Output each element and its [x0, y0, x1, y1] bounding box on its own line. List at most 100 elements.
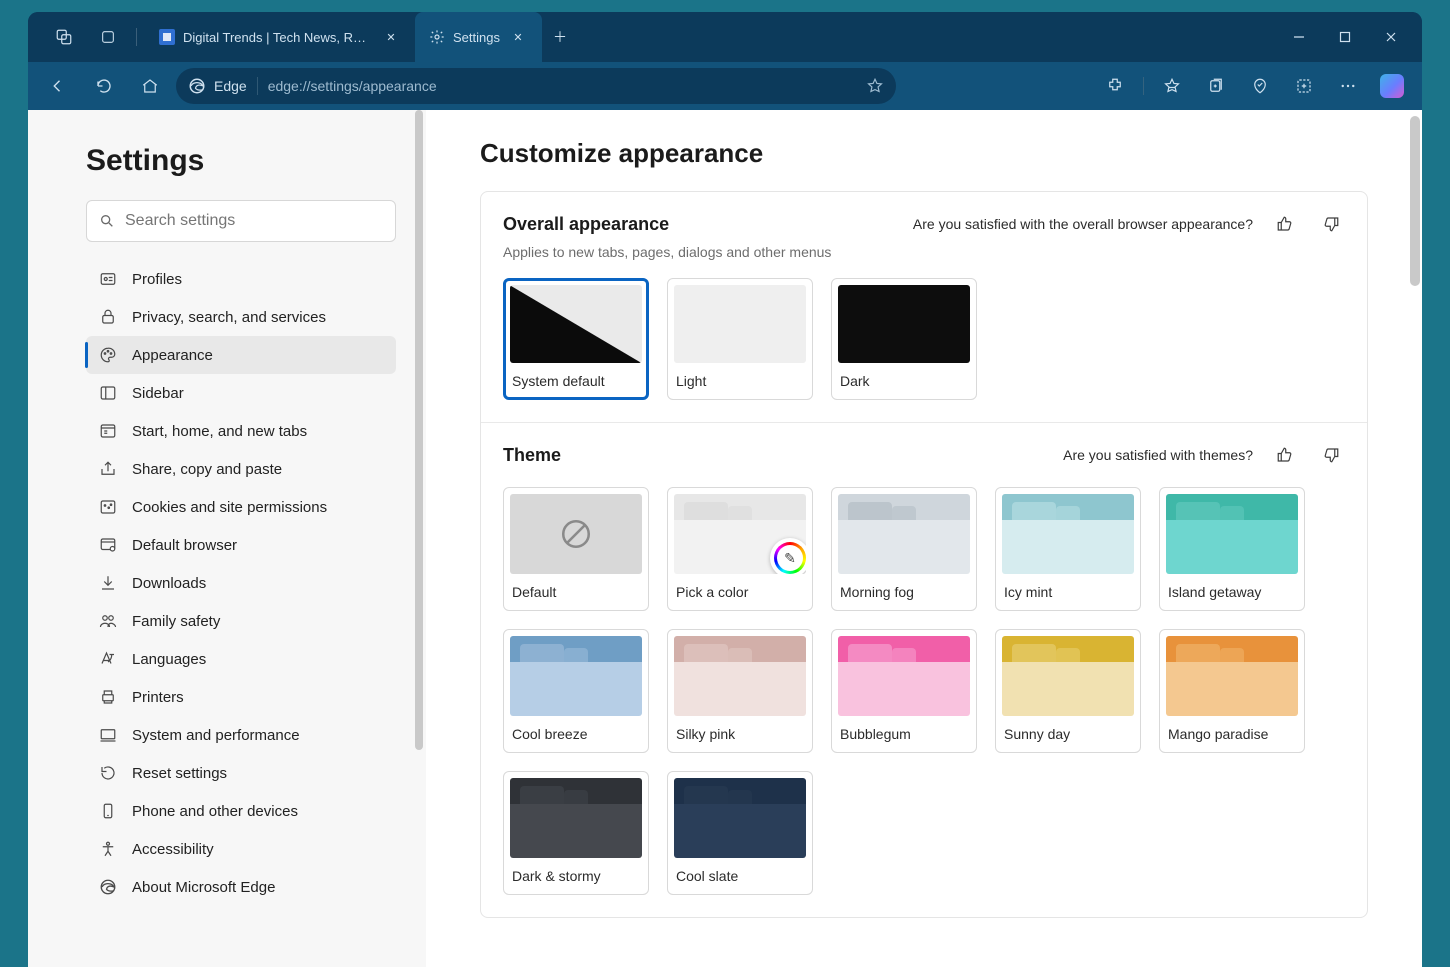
thumbs-up-icon[interactable] [1271, 210, 1299, 238]
favorites-icon[interactable] [1152, 66, 1192, 106]
tile-label: Mango paradise [1166, 726, 1298, 742]
tile-label: System default [510, 373, 642, 389]
reset-icon [98, 763, 118, 783]
theme-option-island[interactable]: Island getaway [1159, 487, 1305, 611]
browser-label: Edge [214, 78, 247, 94]
family-icon [98, 611, 118, 631]
search-settings-input[interactable] [86, 200, 396, 242]
sidebar-item-access[interactable]: Accessibility [86, 830, 396, 868]
more-menu-icon[interactable] [1328, 66, 1368, 106]
feedback-question: Are you satisfied with the overall brows… [913, 216, 1253, 232]
section-overall-title: Overall appearance [503, 214, 669, 235]
appearance-option-light[interactable]: Light [667, 278, 813, 400]
sidebar-item-label: About Microsoft Edge [132, 879, 275, 896]
sidebar-item-lock[interactable]: Privacy, search, and services [86, 298, 396, 336]
sidebar-item-home[interactable]: Start, home, and new tabs [86, 412, 396, 450]
sidebar-item-label: Downloads [132, 575, 206, 592]
sidebar-item-label: Start, home, and new tabs [132, 423, 307, 440]
sidebar-item-label: Family safety [132, 613, 220, 630]
sidebar-item-label: Accessibility [132, 841, 214, 858]
theme-option-stormy[interactable]: Dark & stormy [503, 771, 649, 895]
sidebar-item-edge[interactable]: About Microsoft Edge [86, 868, 396, 906]
favorite-star-icon[interactable] [866, 77, 884, 95]
theme-option-morning[interactable]: Morning fog [831, 487, 977, 611]
sidebar-item-system[interactable]: System and performance [86, 716, 396, 754]
theme-preview [1002, 636, 1134, 716]
tile-label: Island getaway [1166, 584, 1298, 600]
thumbs-down-icon[interactable] [1317, 210, 1345, 238]
browser-essentials-icon[interactable] [1240, 66, 1280, 106]
screenshot-icon[interactable] [1284, 66, 1324, 106]
theme-option-cool[interactable]: Cool breeze [503, 629, 649, 753]
sidebar-item-label: Profiles [132, 271, 182, 288]
theme-option-mango[interactable]: Mango paradise [1159, 629, 1305, 753]
cookie-icon [98, 497, 118, 517]
sidebar-item-browser[interactable]: Default browser [86, 526, 396, 564]
appearance-option-system[interactable]: System default [503, 278, 649, 400]
panel-icon [98, 383, 118, 403]
thumbs-up-icon[interactable] [1271, 441, 1299, 469]
tab-actions-icon[interactable] [88, 17, 128, 57]
theme-option-icy[interactable]: Icy mint [995, 487, 1141, 611]
theme-preview [1002, 494, 1134, 574]
home-button[interactable] [130, 66, 170, 106]
copilot-icon[interactable] [1372, 66, 1412, 106]
settings-heading: Settings [86, 144, 396, 178]
section-overall-sub: Applies to new tabs, pages, dialogs and … [503, 244, 1345, 260]
sidebar-item-download[interactable]: Downloads [86, 564, 396, 602]
tab-digital-trends[interactable]: Digital Trends | Tech News, Revie ✕ [145, 12, 415, 62]
sidebar-item-paint[interactable]: Appearance [86, 336, 396, 374]
theme-preview [1166, 494, 1298, 574]
sidebar-item-label: Default browser [132, 537, 237, 554]
section-theme-title: Theme [503, 445, 561, 466]
theme-option-bubble[interactable]: Bubblegum [831, 629, 977, 753]
edge-logo-icon [188, 77, 206, 95]
thumbs-down-icon[interactable] [1317, 441, 1345, 469]
home-icon [98, 421, 118, 441]
theme-option-default[interactable]: Default [503, 487, 649, 611]
sidebar-item-cookie[interactable]: Cookies and site permissions [86, 488, 396, 526]
access-icon [98, 839, 118, 859]
sidebar-item-profile[interactable]: Profiles [86, 260, 396, 298]
sidebar-item-phone[interactable]: Phone and other devices [86, 792, 396, 830]
main-scrollbar[interactable] [1410, 116, 1420, 286]
printer-icon [98, 687, 118, 707]
sidebar-scrollbar[interactable] [414, 110, 424, 967]
theme-option-slate[interactable]: Cool slate [667, 771, 813, 895]
maximize-button[interactable] [1322, 17, 1368, 57]
new-tab-button[interactable]: ＋ [542, 12, 578, 62]
collections-icon[interactable] [1196, 66, 1236, 106]
tab-close-icon[interactable]: ✕ [381, 27, 401, 47]
theme-preview: ✎ [674, 494, 806, 574]
tile-label: Silky pink [674, 726, 806, 742]
close-window-button[interactable] [1368, 17, 1414, 57]
refresh-button[interactable] [84, 66, 124, 106]
share-icon [98, 459, 118, 479]
workspaces-icon[interactable] [44, 17, 84, 57]
tab-title: Digital Trends | Tech News, Revie [183, 30, 373, 45]
theme-preview [838, 494, 970, 574]
sidebar-item-language[interactable]: Languages [86, 640, 396, 678]
minimize-button[interactable] [1276, 17, 1322, 57]
tab-settings[interactable]: Settings ✕ [415, 12, 542, 62]
sidebar-item-printer[interactable]: Printers [86, 678, 396, 716]
tile-label: Bubblegum [838, 726, 970, 742]
theme-option-sunny[interactable]: Sunny day [995, 629, 1141, 753]
extensions-icon[interactable] [1095, 66, 1135, 106]
theme-option-pick[interactable]: ✎Pick a color [667, 487, 813, 611]
sidebar-item-label: Phone and other devices [132, 803, 298, 820]
sidebar-item-reset[interactable]: Reset settings [86, 754, 396, 792]
search-field[interactable] [125, 212, 383, 230]
address-bar[interactable]: Edge edge://settings/appearance [176, 68, 896, 104]
theme-preview [1166, 636, 1298, 716]
sidebar-item-share[interactable]: Share, copy and paste [86, 450, 396, 488]
theme-option-silky[interactable]: Silky pink [667, 629, 813, 753]
sidebar-item-family[interactable]: Family safety [86, 602, 396, 640]
tab-close-icon[interactable]: ✕ [508, 27, 528, 47]
sidebar-item-label: Privacy, search, and services [132, 309, 326, 326]
sidebar-item-label: Reset settings [132, 765, 227, 782]
appearance-option-dark[interactable]: Dark [831, 278, 977, 400]
sidebar-item-panel[interactable]: Sidebar [86, 374, 396, 412]
back-button[interactable] [38, 66, 78, 106]
theme-preview [510, 778, 642, 858]
